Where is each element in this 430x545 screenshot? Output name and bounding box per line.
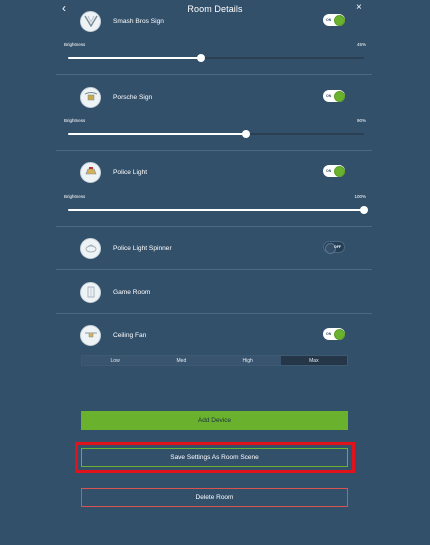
spinner-icon xyxy=(80,237,101,259)
power-toggle[interactable]: OFF xyxy=(323,241,345,254)
brightness-slider[interactable] xyxy=(68,130,364,138)
power-toggle[interactable]: ON xyxy=(323,328,345,340)
divider xyxy=(56,74,372,75)
brightness-value: 45% xyxy=(356,42,366,47)
slider-fill xyxy=(68,209,364,211)
device-name: Porsche Sign xyxy=(113,93,153,101)
slider-thumb[interactable] xyxy=(242,130,250,138)
save-room-scene-button[interactable]: Save Settings As Room Scene xyxy=(81,448,348,467)
toggle-label: ON xyxy=(326,169,332,173)
divider xyxy=(56,226,372,227)
device-name: Police Light xyxy=(113,168,148,176)
fan-speed-high[interactable]: High xyxy=(215,356,281,365)
toggle-label: ON xyxy=(326,94,332,98)
add-device-button[interactable]: Add Device xyxy=(81,411,348,430)
device-name: Game Room xyxy=(113,288,151,296)
device-row-game-room[interactable]: Game Room xyxy=(70,280,370,304)
divider xyxy=(56,150,372,151)
power-toggle[interactable]: ON xyxy=(323,90,345,102)
slider-thumb[interactable] xyxy=(360,206,368,214)
room-icon xyxy=(80,281,101,303)
page-title: Room Details xyxy=(187,4,243,14)
sign-icon xyxy=(80,86,101,108)
toggle-label: ON xyxy=(326,332,332,336)
brightness-label: Brightness xyxy=(64,42,86,47)
toggle-knob xyxy=(333,328,345,340)
device-name: Smash Bros Sign xyxy=(113,17,164,25)
brightness-value: 90% xyxy=(356,118,366,123)
toggle-knob xyxy=(333,165,345,177)
fan-speed-med[interactable]: Med xyxy=(148,356,214,365)
close-icon[interactable]: × xyxy=(356,2,362,14)
device-row-police-light[interactable]: Police Light ON xyxy=(70,160,370,184)
brightness-slider[interactable] xyxy=(68,206,368,214)
delete-room-button[interactable]: Delete Room xyxy=(81,488,348,507)
light-icon xyxy=(80,161,101,183)
slider-thumb[interactable] xyxy=(197,54,205,62)
divider xyxy=(56,269,372,270)
brightness-slider[interactable] xyxy=(68,54,364,62)
fan-speed-selector[interactable]: Low Med High Max xyxy=(81,355,348,366)
fan-icon xyxy=(80,324,101,346)
slider-fill xyxy=(68,133,246,135)
power-toggle[interactable]: ON xyxy=(323,165,345,177)
header-bar: ‹ Room Details × xyxy=(0,0,430,18)
brightness-label: Brightness xyxy=(64,118,86,123)
fan-speed-max[interactable]: Max xyxy=(280,356,347,365)
device-row-ceiling-fan[interactable]: Ceiling Fan ON xyxy=(70,323,370,347)
toggle-knob xyxy=(333,90,345,102)
brightness-label: Brightness xyxy=(64,194,86,199)
brightness-value: 100% xyxy=(354,194,366,199)
toggle-label: OFF xyxy=(334,245,341,249)
device-row-porsche-sign[interactable]: Porsche Sign ON xyxy=(70,85,370,109)
device-name: Police Light Spinner xyxy=(113,244,172,252)
device-row-police-light-spinner[interactable]: Police Light Spinner OFF xyxy=(70,236,370,260)
device-name: Ceiling Fan xyxy=(113,331,147,339)
toggle-label: ON xyxy=(326,18,332,22)
fan-speed-low[interactable]: Low xyxy=(82,356,148,365)
divider xyxy=(56,313,372,314)
slider-fill xyxy=(68,57,201,59)
back-chevron-icon[interactable]: ‹ xyxy=(62,2,66,14)
